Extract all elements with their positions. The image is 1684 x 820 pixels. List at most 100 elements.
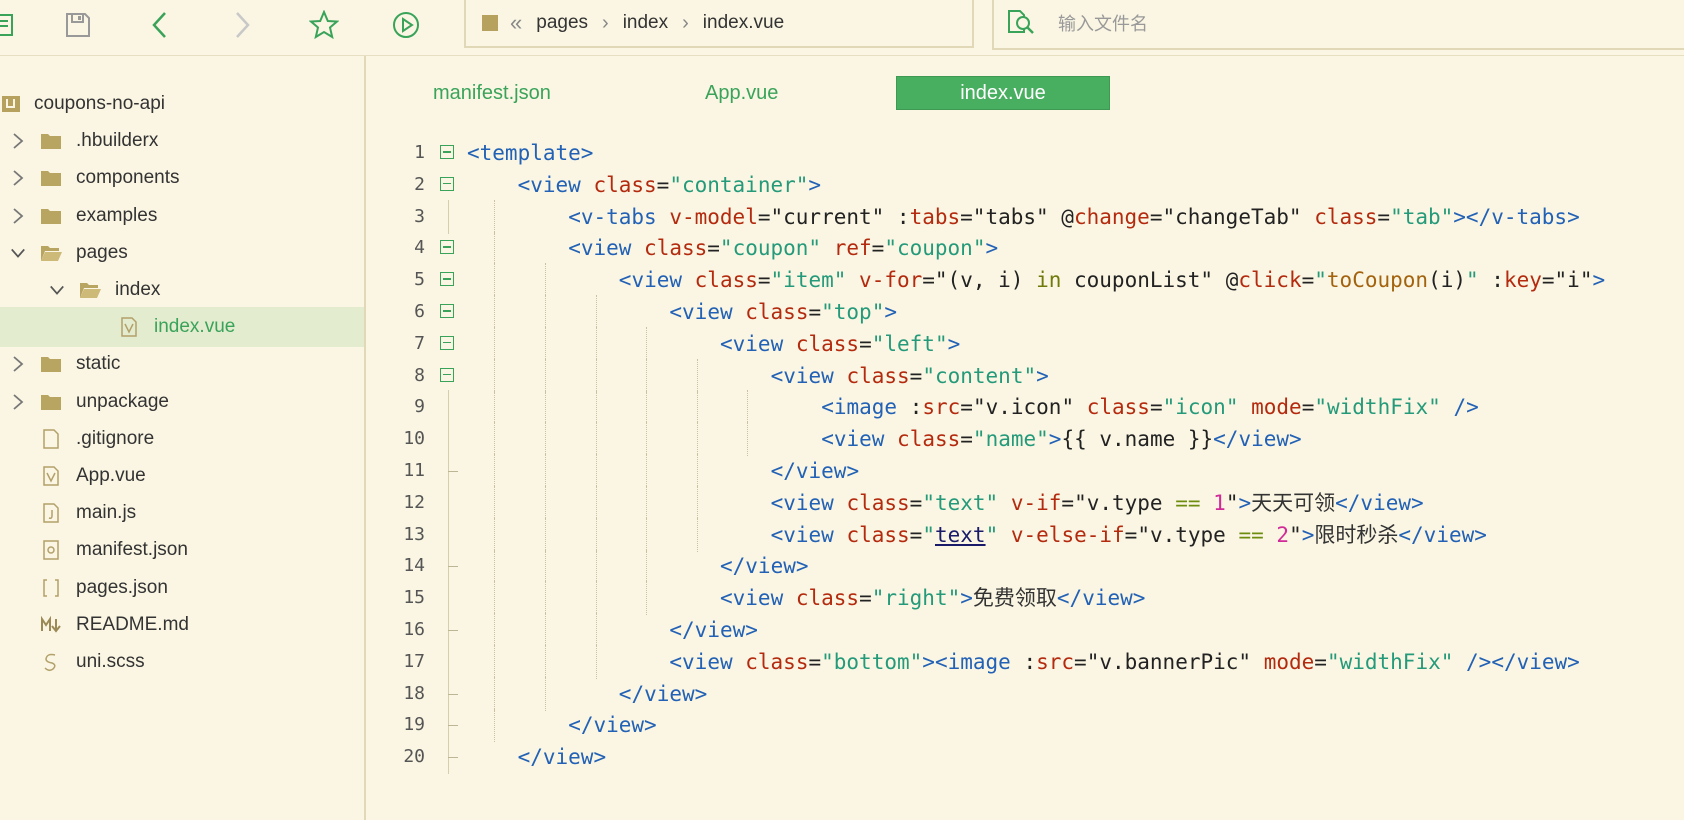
code-line[interactable]: 12 <view class="text" v-if="v.type == 1">… (368, 485, 1684, 520)
favorite-star-icon[interactable] (307, 8, 341, 42)
code-token: <view (669, 649, 746, 674)
code-line[interactable]: 20 </view> (368, 740, 1684, 775)
tree-item-pages-json[interactable]: pages.json (0, 568, 364, 608)
code-line[interactable]: 16 </view> (368, 613, 1684, 647)
double-chevron-left-icon[interactable]: « (510, 10, 522, 36)
fold-end-marker (448, 757, 458, 759)
code-line[interactable]: 7 <view class="left"> (368, 326, 1684, 361)
fold-toggle-icon[interactable] (440, 145, 454, 159)
line-number: 16 (403, 619, 425, 640)
fold-toggle-icon[interactable] (440, 240, 454, 255)
indent-guide (595, 613, 597, 647)
code-token: "widthFix" (1326, 649, 1454, 674)
chevron-right-icon[interactable] (10, 393, 26, 410)
tree-item-examples[interactable]: examples (0, 196, 364, 236)
code-line[interactable]: 10 <view class="name">{{ v.name }}</view> (368, 422, 1684, 457)
code-token: <image (821, 395, 910, 420)
code-line[interactable]: 1 <template> (368, 136, 1684, 170)
tree-item-label: examples (76, 204, 158, 226)
outline-icon[interactable] (0, 8, 20, 42)
fold-toggle-icon[interactable] (440, 272, 454, 287)
breadcrumb-item-file[interactable]: index.vue (703, 12, 784, 34)
code-token: <view (568, 236, 645, 261)
tab-app-vue[interactable]: App.vue (705, 76, 778, 110)
code-line[interactable]: 11 </view> (368, 454, 1684, 488)
chevron-right-icon[interactable] (10, 133, 26, 149)
manifest-file-icon (40, 539, 62, 561)
code-token: > (985, 236, 999, 261)
chevron-right-icon[interactable] (10, 170, 26, 187)
code-token: "tab" (1390, 204, 1454, 229)
fold-toggle-icon[interactable] (440, 304, 454, 318)
code-token: = (909, 490, 923, 515)
fold-toggle-icon[interactable] (440, 335, 454, 350)
chevron-down-icon[interactable] (49, 282, 65, 298)
code-token: class (897, 427, 961, 452)
line-number: 10 (403, 428, 425, 450)
code-token: ="i" (1541, 268, 1593, 293)
tree-item-unpackage[interactable]: unpackage (0, 382, 364, 422)
chevron-right-icon[interactable] (10, 207, 26, 224)
code-token: class (1086, 395, 1150, 420)
fold-guide-line (448, 199, 449, 234)
code-line[interactable]: 3 <v-tabs v-model="current" :tabs="tabs" … (368, 199, 1684, 234)
code-line[interactable]: 19 </view> (368, 708, 1684, 743)
indent-guide (696, 517, 698, 552)
tab-manifest-json[interactable]: manifest.json (433, 76, 551, 110)
forward-icon[interactable] (225, 8, 259, 42)
tree-item-index[interactable]: index (0, 270, 364, 310)
code-line[interactable]: 5 <view class="item" v-for="(v, i) in cou… (368, 263, 1684, 298)
tree-item-manifest-json[interactable]: manifest.json (0, 530, 364, 570)
code-line[interactable]: 18 </view> (368, 676, 1684, 711)
code-token: </view> (770, 459, 860, 483)
code-line[interactable]: 4 <view class="coupon" ref="coupon"> (368, 231, 1684, 266)
tab-index-vue[interactable]: index.vue (896, 76, 1110, 110)
code-text: </view> (669, 613, 758, 647)
tree-item-app-vue[interactable]: App.vue (0, 456, 364, 496)
tree-item-index-vue[interactable]: index.vue (0, 307, 364, 348)
chevron-right-icon[interactable] (10, 356, 26, 373)
tree-item-label: static (76, 353, 121, 375)
chevron-down-icon[interactable] (10, 245, 26, 261)
code-token: class (846, 522, 910, 547)
json-file-icon (40, 577, 62, 599)
fold-toggle-icon[interactable] (440, 367, 454, 382)
run-icon[interactable] (389, 8, 423, 42)
tree-item-hbuilderx[interactable]: .hbuilderx (0, 121, 364, 161)
code-line[interactable]: 17 <view class="bottom"><image :src="v.ba… (368, 644, 1684, 679)
code-line[interactable]: 15 <view class="right">免费领取</view> (368, 581, 1684, 616)
tree-item-gitignore[interactable]: .gitignore (0, 419, 364, 459)
fold-toggle-icon[interactable] (440, 176, 454, 191)
tree-item-coupons-no-api[interactable]: coupons-no-api (0, 84, 364, 124)
code-line[interactable]: 14 </view> (368, 549, 1684, 584)
fold-guide-line (448, 390, 449, 425)
tree-item-uni-scss[interactable]: uni.scss (0, 642, 364, 682)
back-icon[interactable] (143, 8, 177, 42)
save-icon[interactable] (61, 8, 95, 42)
file-search-input[interactable] (1056, 12, 1560, 36)
code-line[interactable]: 8 <view class="content"> (368, 358, 1684, 393)
code-token: : (1023, 649, 1037, 674)
code-token: <image (934, 649, 1024, 674)
code-token: class (846, 363, 910, 388)
breadcrumb-item-pages[interactable]: pages (536, 12, 588, 34)
indent-guide (595, 517, 597, 552)
code-token: " (1466, 268, 1479, 293)
code-token: "coupon" (884, 236, 986, 261)
code-line[interactable]: 2 <view class="container"> (368, 168, 1684, 202)
code-token: "item" (770, 268, 847, 293)
tree-item-main-js[interactable]: main.js (0, 493, 364, 533)
code-text: </view> (720, 549, 809, 583)
breadcrumb-item-index[interactable]: index (623, 12, 668, 34)
file-search-icon (1006, 8, 1036, 41)
tree-item-readme-md[interactable]: README.md (0, 605, 364, 645)
indent-guide (544, 485, 546, 520)
code-line[interactable]: 13 <view class="text" v-else-if="v.type =… (368, 517, 1684, 552)
code-token: = (909, 363, 923, 388)
code-line[interactable]: 6 <view class="top"> (368, 295, 1684, 329)
tree-item-pages[interactable]: pages (0, 233, 364, 273)
tree-item-static[interactable]: static (0, 344, 364, 384)
tree-item-components[interactable]: components (0, 158, 364, 198)
code-line[interactable]: 9 <image :src="v.icon" class="icon" mode=… (368, 390, 1684, 425)
